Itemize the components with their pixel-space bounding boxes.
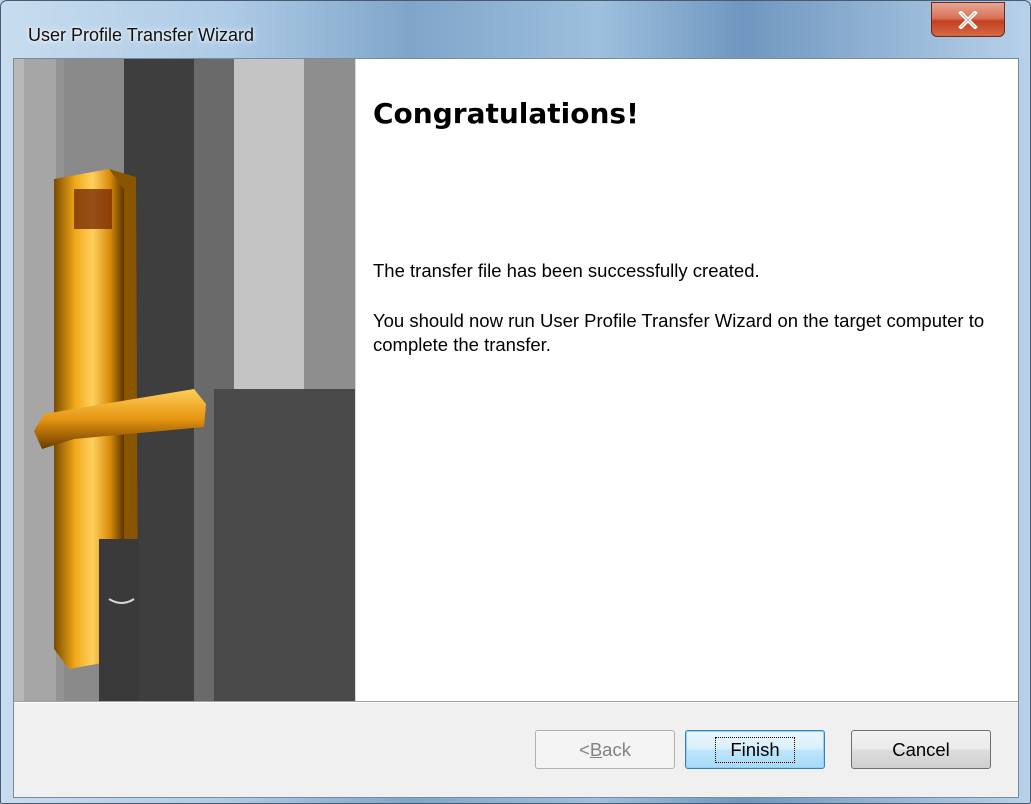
close-button[interactable] [931, 2, 1005, 37]
wizard-client-area: Congratulations! The transfer file has b… [13, 58, 1019, 798]
status-message: The transfer file has been successfully … [373, 260, 760, 281]
button-area-separator [14, 701, 1018, 703]
cancel-button-label: Cancel [892, 738, 950, 760]
cancel-button[interactable]: Cancel [851, 730, 991, 769]
wizard-window: User Profile Transfer Wizard Congratulat… [0, 0, 1031, 804]
finish-button[interactable]: Finish [685, 730, 825, 769]
instruction-message: You should now run User Profile Transfer… [373, 310, 985, 355]
door-lock-handle-image [14, 59, 355, 701]
window-title: User Profile Transfer Wizard [28, 25, 255, 45]
close-icon [958, 10, 978, 29]
wizard-content-panel: Congratulations! The transfer file has b… [355, 59, 1018, 701]
back-button-mnemonic: B [589, 738, 603, 760]
page-heading: Congratulations! [373, 97, 639, 130]
back-button[interactable]: < Back [535, 730, 675, 769]
back-button-prefix: < [579, 738, 590, 760]
title-bar[interactable]: User Profile Transfer Wizard [1, 1, 1030, 61]
back-button-rest: ack [602, 738, 631, 760]
finish-button-label: Finish [715, 736, 795, 763]
